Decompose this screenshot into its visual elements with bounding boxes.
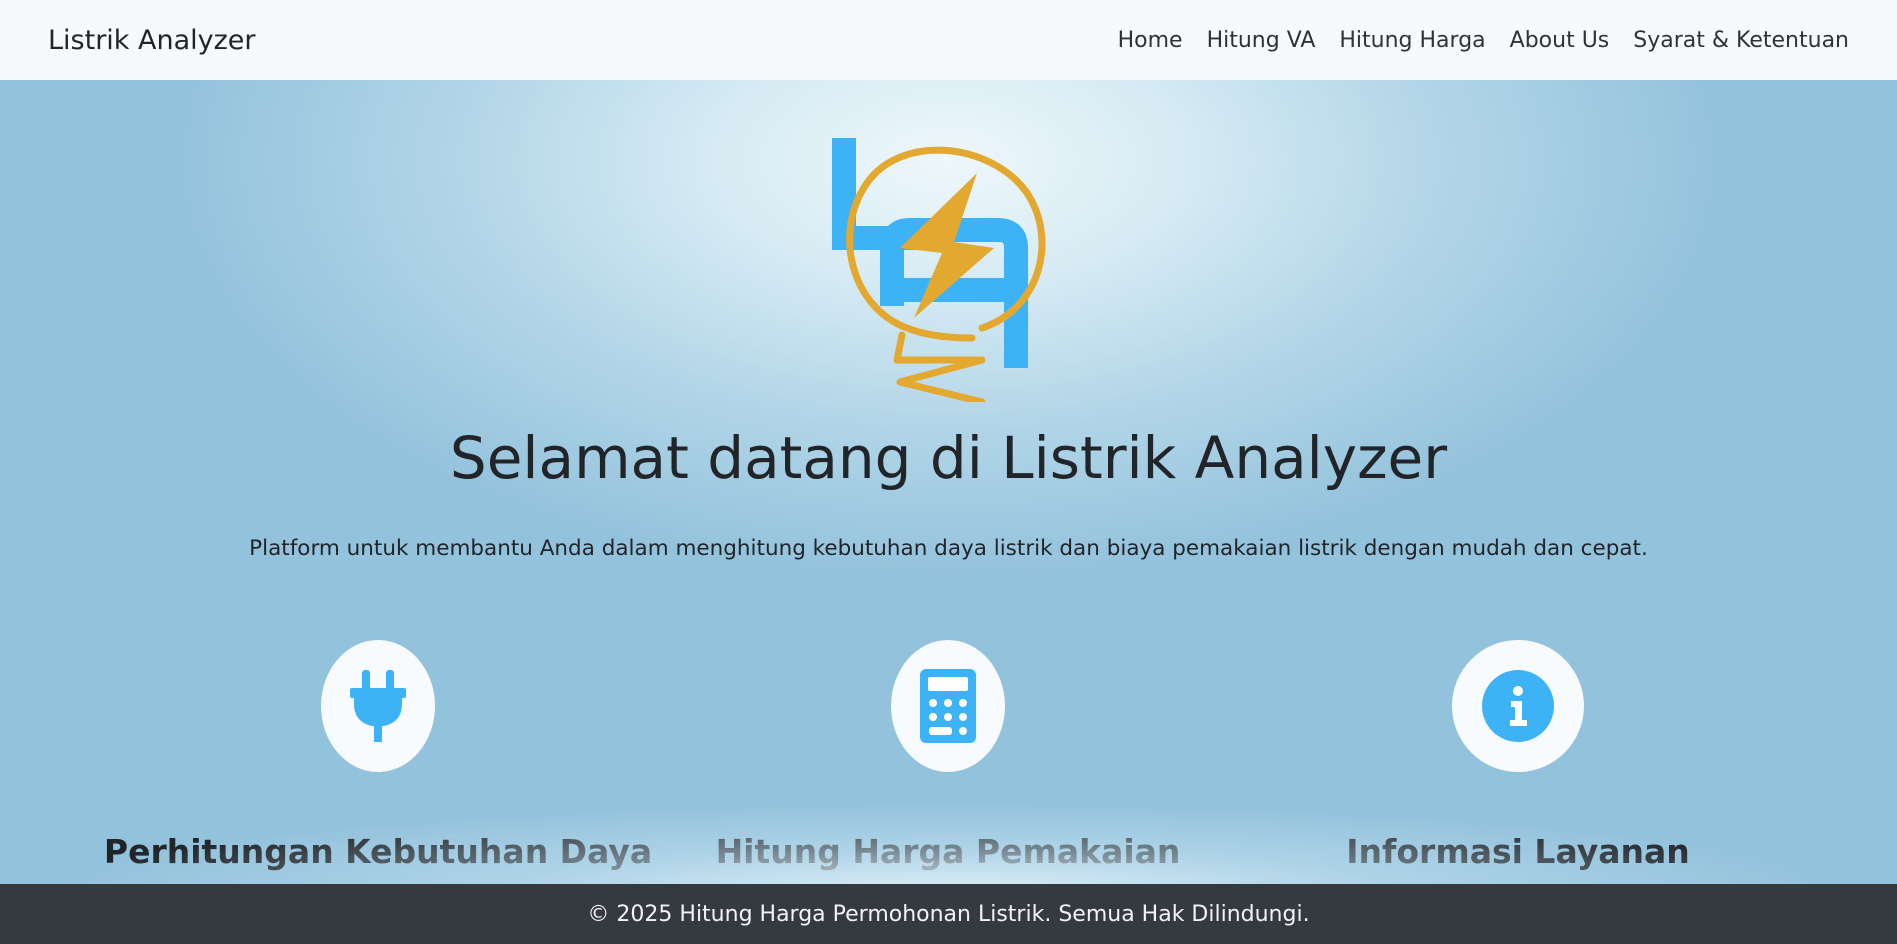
info-icon-circle (1452, 640, 1584, 772)
nav-link-home[interactable]: Home (1106, 28, 1195, 53)
plug-icon-circle (321, 640, 435, 772)
nav-link-hitung-va[interactable]: Hitung VA (1195, 28, 1328, 53)
plug-icon (350, 670, 406, 742)
listrik-analyzer-logo (832, 138, 1046, 402)
nav-link-syarat-ketentuan[interactable]: Syarat & Ketentuan (1621, 28, 1849, 53)
feature-title-power: Perhitungan Kebutuhan Daya (103, 832, 653, 871)
info-icon (1482, 670, 1554, 742)
feature-title-info: Informasi Layanan (1346, 832, 1690, 871)
nav-link-about-us[interactable]: About Us (1498, 28, 1622, 53)
feature-title-price: Hitung Harga Pemakaian (715, 832, 1181, 871)
navbar: Listrik Analyzer Home Hitung VA Hitung H… (0, 0, 1897, 80)
hero-subtitle: Platform untuk membantu Anda dalam mengh… (249, 536, 1648, 561)
footer: © 2025 Hitung Harga Permohonan Listrik. … (0, 884, 1897, 944)
nav-menu: Home Hitung VA Hitung Harga About Us Sya… (1106, 28, 1849, 53)
hero-title: Selamat datang di Listrik Analyzer (449, 424, 1448, 492)
calculator-icon (920, 669, 976, 743)
brand-link[interactable]: Listrik Analyzer (48, 25, 256, 56)
nav-link-hitung-harga[interactable]: Hitung Harga (1327, 28, 1497, 53)
calculator-icon-circle (891, 640, 1005, 772)
footer-copyright: © 2025 Hitung Harga Permohonan Listrik. … (587, 901, 1310, 927)
hero-section: Selamat datang di Listrik Analyzer Platf… (0, 80, 1897, 884)
